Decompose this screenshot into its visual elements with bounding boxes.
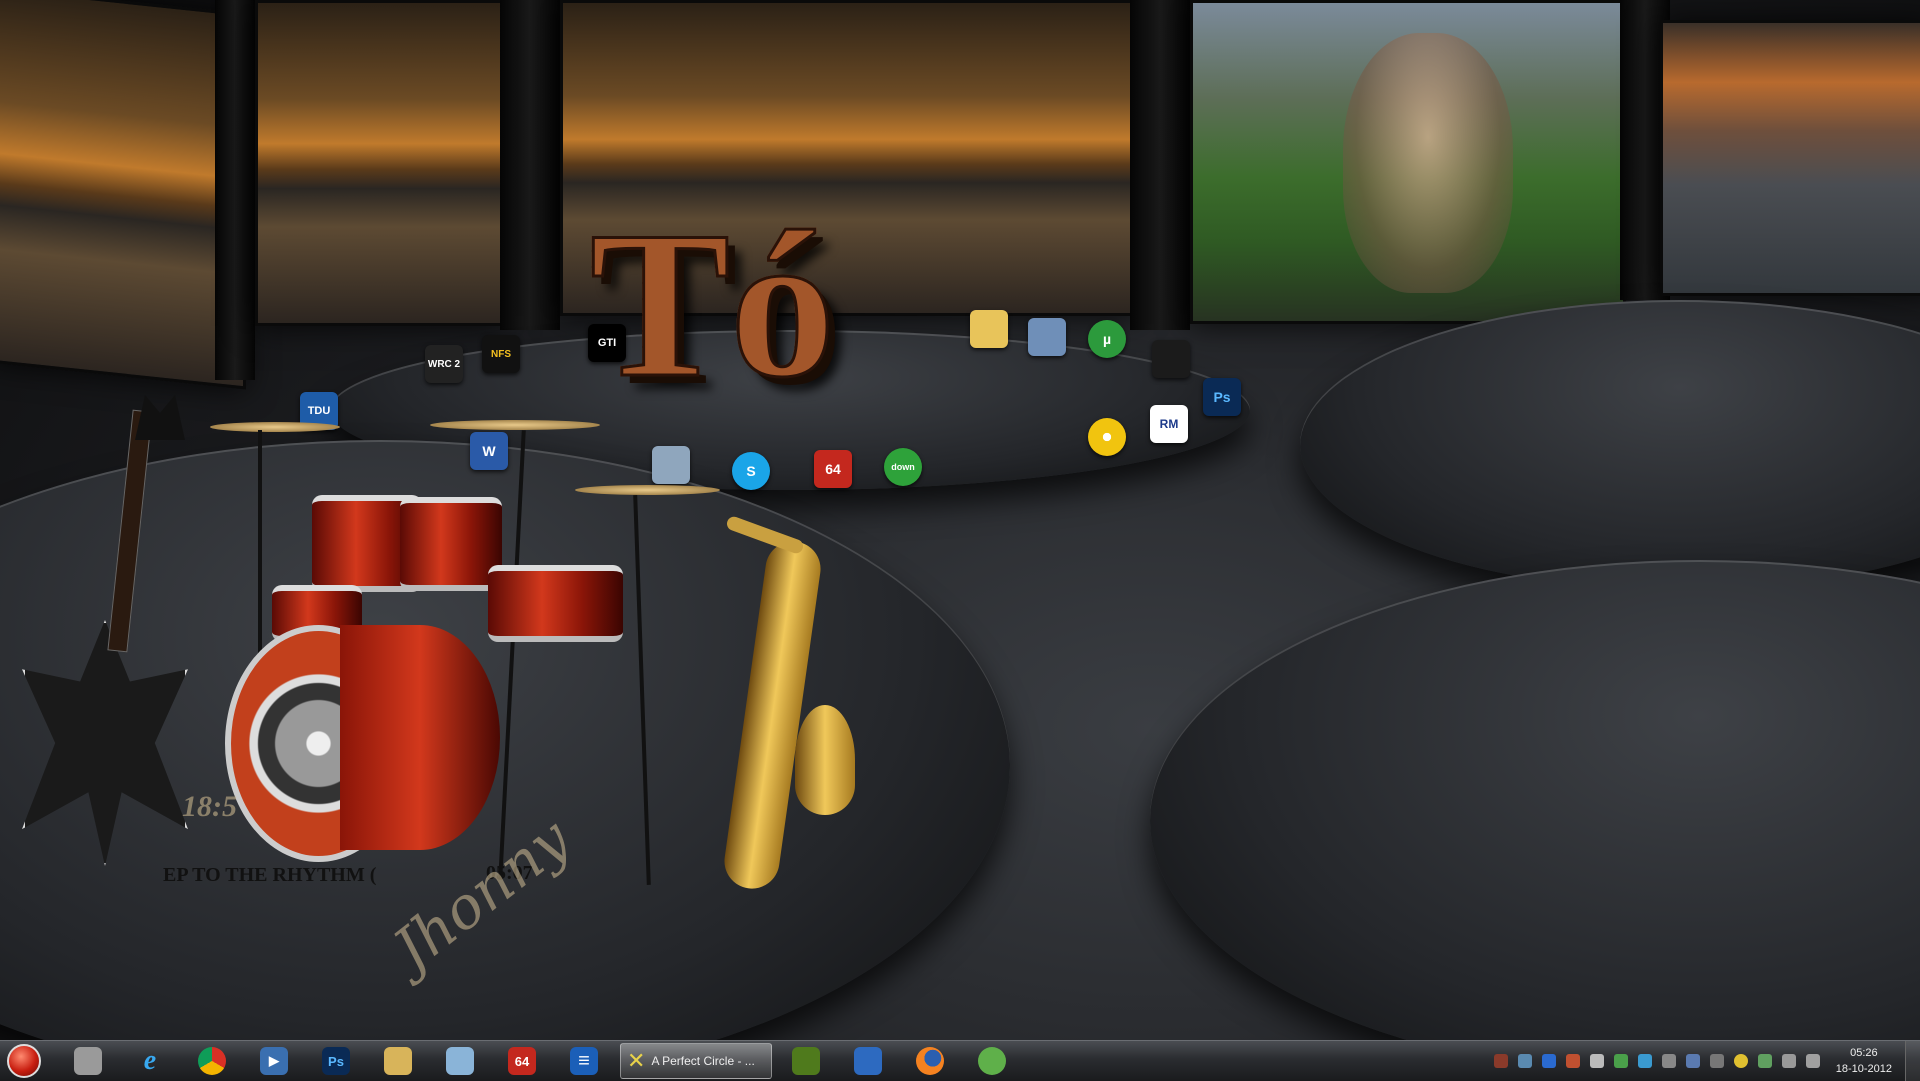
utorrent-icon[interactable]: µ bbox=[1088, 320, 1126, 358]
tray-display-icon[interactable] bbox=[1638, 1054, 1652, 1068]
realmedia-icon[interactable]: RM bbox=[1150, 405, 1188, 443]
wallpaper-screen-portrait bbox=[1190, 0, 1626, 324]
portrait-face bbox=[1343, 33, 1513, 293]
wallpaper-screen-right bbox=[1660, 20, 1920, 296]
wallpaper-pillar-2 bbox=[500, 0, 560, 330]
tray-language-icon[interactable] bbox=[1782, 1054, 1796, 1068]
start-button[interactable] bbox=[0, 1043, 48, 1079]
taskbar-clock[interactable]: 05:26 18-10-2012 bbox=[1836, 1045, 1892, 1077]
firefox-icon bbox=[916, 1047, 944, 1075]
tray-network-icon[interactable] bbox=[1518, 1054, 1532, 1068]
taskbar-stack-button[interactable]: ≡ bbox=[558, 1043, 610, 1079]
bass-drum-shell bbox=[340, 625, 500, 850]
wallpaper-platform-back-right bbox=[1300, 300, 1920, 590]
tray-status-icon[interactable] bbox=[1758, 1054, 1772, 1068]
taskbar-explorer-button[interactable] bbox=[372, 1043, 424, 1079]
taskbar-messenger-button[interactable] bbox=[966, 1043, 1018, 1079]
wallpaper-pillar-3 bbox=[1130, 0, 1190, 330]
explorer-folder-icon bbox=[384, 1047, 412, 1075]
recycle-bin-icon[interactable] bbox=[652, 446, 690, 484]
internet-explorer-icon: e bbox=[143, 1045, 157, 1076]
folder-icon[interactable] bbox=[970, 310, 1008, 348]
taskbar-media-button[interactable]: ▶ bbox=[248, 1043, 300, 1079]
winamp-icon bbox=[792, 1047, 820, 1075]
saxophone-bell bbox=[795, 705, 855, 815]
logo-text: Tó bbox=[588, 189, 836, 421]
wallpaper-screen-center-left bbox=[255, 0, 506, 326]
tray-chat-icon[interactable] bbox=[1806, 1054, 1820, 1068]
wallpaper-screen-left bbox=[0, 0, 246, 390]
photoshop-taskbar-icon: Ps bbox=[322, 1047, 350, 1075]
tray-disk-icon[interactable] bbox=[1710, 1054, 1724, 1068]
library-icon bbox=[74, 1047, 102, 1075]
tray-update-icon[interactable] bbox=[1566, 1054, 1580, 1068]
cymbal-left bbox=[210, 422, 340, 432]
clock-time: 05:26 bbox=[1850, 1047, 1878, 1059]
taskbar-photoshop-button[interactable]: Ps bbox=[310, 1043, 362, 1079]
active-task-label: A Perfect Circle - ... bbox=[651, 1054, 755, 1068]
cymbal-right bbox=[575, 485, 720, 495]
tray-bluetooth-icon[interactable] bbox=[1542, 1054, 1556, 1068]
app-store-icon bbox=[854, 1047, 882, 1075]
stack-icon: ≡ bbox=[570, 1047, 598, 1075]
wallpaper-pillar bbox=[215, 0, 255, 380]
taskbar-library-button[interactable] bbox=[62, 1043, 114, 1079]
cymbal-center bbox=[430, 420, 600, 430]
gti-icon[interactable]: GTI bbox=[588, 324, 626, 362]
network-computer-icon[interactable] bbox=[1028, 318, 1066, 356]
tray-antivirus-icon[interactable] bbox=[1494, 1054, 1508, 1068]
guitar-headstock bbox=[135, 395, 185, 440]
snare-drum bbox=[488, 565, 623, 642]
notes-icon bbox=[446, 1047, 474, 1075]
messenger-icon bbox=[978, 1047, 1006, 1075]
aida64-taskbar-icon: 64 bbox=[508, 1047, 536, 1075]
tray-dvd-icon[interactable] bbox=[1734, 1054, 1748, 1068]
wallpaper-platform-front-right bbox=[1150, 560, 1920, 1040]
tray-power-icon[interactable] bbox=[1662, 1054, 1676, 1068]
download-icon[interactable]: down bbox=[884, 448, 922, 486]
tray-app-icon[interactable] bbox=[1614, 1054, 1628, 1068]
taskbar-firefox-button[interactable] bbox=[904, 1043, 956, 1079]
skype-icon[interactable]: S bbox=[732, 452, 770, 490]
nfs-icon[interactable]: NFS bbox=[482, 335, 520, 373]
music-gadget-number: 18:5 bbox=[182, 790, 237, 823]
dvd-icon[interactable] bbox=[1088, 418, 1126, 456]
taskbar-appstore-button[interactable] bbox=[842, 1043, 894, 1079]
winamp-task-icon: ✕ bbox=[627, 1048, 646, 1073]
desktop[interactable]: Tó TDU WRC 2 NFS GTI W µ Ps RM S 64 down… bbox=[0, 0, 1920, 1040]
taskbar: e ▶ Ps 64 ≡ ✕ A Perfect Circle - ... 05:… bbox=[0, 1040, 1920, 1081]
clock-date: 18-10-2012 bbox=[1835, 1063, 1892, 1075]
tray-monitor-icon[interactable] bbox=[1686, 1054, 1700, 1068]
taskbar-notes-button[interactable] bbox=[434, 1043, 486, 1079]
taskbar-active-task[interactable]: ✕ A Perfect Circle - ... bbox=[620, 1043, 772, 1079]
chrome-icon bbox=[198, 1047, 226, 1075]
taskbar-winamp-button[interactable] bbox=[780, 1043, 832, 1079]
music-gadget-text: EP TO THE RHYTHM ( bbox=[163, 864, 377, 886]
taskbar-ie-button[interactable]: e bbox=[124, 1043, 176, 1079]
wrc2-icon[interactable]: WRC 2 bbox=[425, 345, 463, 383]
show-desktop-button[interactable] bbox=[1905, 1041, 1920, 1081]
tom-drum-right bbox=[400, 497, 502, 591]
photoshop-icon[interactable]: Ps bbox=[1203, 378, 1241, 416]
nero-icon[interactable] bbox=[1152, 340, 1190, 378]
tray-volume-icon[interactable] bbox=[1590, 1054, 1604, 1068]
taskbar-aida64-button[interactable]: 64 bbox=[496, 1043, 548, 1079]
start-orb-icon bbox=[7, 1044, 41, 1078]
word-icon[interactable]: W bbox=[470, 432, 508, 470]
media-player-icon: ▶ bbox=[260, 1047, 288, 1075]
aida64-icon[interactable]: 64 bbox=[814, 450, 852, 488]
taskbar-chrome-button[interactable] bbox=[186, 1043, 238, 1079]
